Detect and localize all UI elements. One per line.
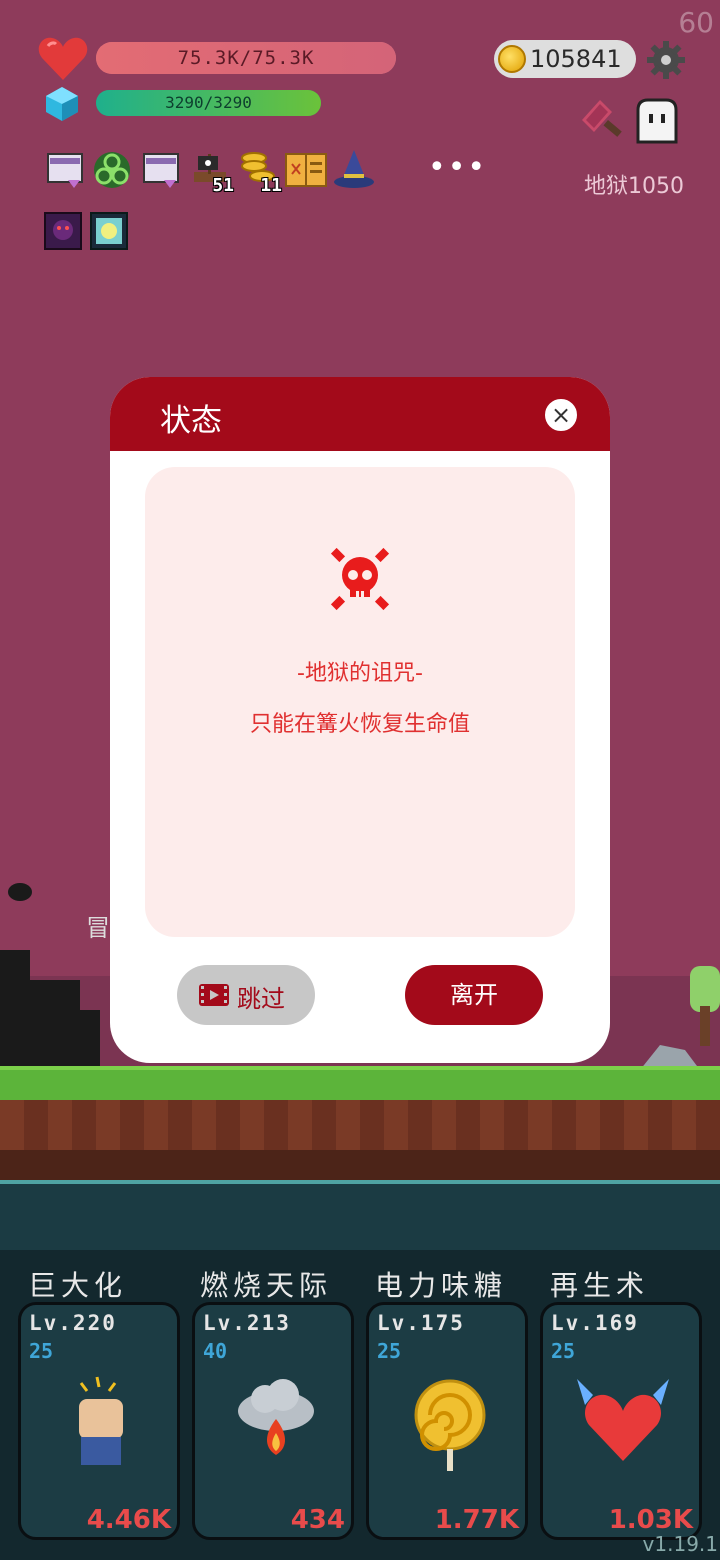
buff-scroll-ribbon-icon[interactable] <box>46 150 86 190</box>
winged-heart-icon <box>577 1379 669 1461</box>
buff-pirate-ship-icon[interactable]: 51 <box>190 150 234 196</box>
coin-icon <box>498 45 526 73</box>
buff-count: 11 <box>260 175 282 196</box>
skill-sub-value: 40 <box>203 1339 228 1363</box>
fire-cloud-icon <box>238 1379 314 1455</box>
skill-card-giant[interactable]: Lv.220 25 4.46K <box>18 1302 180 1540</box>
skill-sub-value: 25 <box>377 1339 402 1363</box>
skill-name-electric-candy: 电力味糖 <box>375 1269 508 1302</box>
health-bar: 75.3K/75.3K <box>96 42 396 74</box>
buff-demon-portrait-icon[interactable] <box>44 212 82 250</box>
skill-name-regeneration: 再生术 <box>550 1269 650 1302</box>
character-name-partial: 冒 <box>86 914 110 942</box>
curse-title: -地狱的诅咒- <box>297 661 423 686</box>
ghost-icon[interactable] <box>632 96 682 146</box>
skill-cost: 434 <box>290 1505 345 1535</box>
video-ad-icon <box>199 984 229 1006</box>
tree-right <box>690 966 720 1046</box>
buff-scroll-ribbon-icon-2[interactable] <box>142 150 182 190</box>
buff-biohazard-icon[interactable] <box>92 150 132 190</box>
more-buffs-icon[interactable]: ••• <box>428 150 487 185</box>
curse-info-panel: -地狱的诅咒- 只能在篝火恢复生命值 <box>145 467 575 937</box>
dialog-header: 状态 × <box>110 377 610 451</box>
lollipop-icon <box>414 1379 486 1471</box>
mana-gem-icon <box>46 87 78 121</box>
skill-sub-value: 25 <box>29 1339 54 1363</box>
coin-counter: 105841 <box>494 40 636 78</box>
dirt-layer-dark <box>0 1150 720 1180</box>
dialog-title: 状态 <box>160 403 222 439</box>
version-label: v1.19.1 <box>642 1532 718 1556</box>
gear-icon[interactable] <box>646 40 686 80</box>
buff-crystal-frame-icon[interactable] <box>90 212 128 250</box>
curse-description: 只能在篝火恢复生命值 <box>249 712 470 737</box>
skill-level: Lv.169 <box>551 1311 639 1335</box>
skill-sub-value: 25 <box>551 1339 576 1363</box>
skill-level: Lv.213 <box>203 1311 291 1335</box>
skill-level: Lv.175 <box>377 1311 465 1335</box>
skip-button[interactable]: 跳过 <box>177 965 315 1025</box>
coin-value: 105841 <box>530 45 622 73</box>
skill-cost: 1.03K <box>608 1505 693 1535</box>
skill-card-regeneration[interactable]: Lv.169 25 1.03K <box>540 1302 702 1540</box>
buff-coin-stack-icon[interactable]: 11 <box>238 150 282 196</box>
status-dialog: 状态 × -地狱的诅咒- 只能在篝火恢复生命值 跳过 离开 <box>110 377 610 1063</box>
fps-counter: 60 <box>678 6 714 39</box>
smoke-puff <box>8 883 32 901</box>
dark-tree-silhouette <box>0 950 100 1070</box>
skill-card-burning-sky[interactable]: Lv.213 40 434 <box>192 1302 354 1540</box>
buff-wizard-hat-icon[interactable] <box>332 148 376 188</box>
leave-button[interactable]: 离开 <box>405 965 543 1025</box>
cleaver-icon[interactable] <box>578 96 630 140</box>
buff-recipe-book-icon[interactable] <box>284 150 328 190</box>
close-button[interactable]: × <box>543 397 579 433</box>
skull-crossbones-icon <box>330 547 390 611</box>
skill-name-giant: 巨大化 <box>28 1269 128 1302</box>
skill-cost: 1.77K <box>434 1505 519 1535</box>
skill-card-electric-candy[interactable]: Lv.175 25 1.77K <box>366 1302 528 1540</box>
water-strip <box>0 1180 720 1250</box>
level-name: 地狱1050 <box>584 174 684 199</box>
mana-bar: 3290/3290 <box>96 90 321 116</box>
skill-level: Lv.220 <box>29 1311 117 1335</box>
health-text: 75.3K/75.3K <box>177 47 315 69</box>
health-heart-icon <box>38 37 88 80</box>
skill-name-burning-sky: 燃烧天际 <box>200 1269 333 1302</box>
mana-text: 3290/3290 <box>165 93 252 112</box>
fist-icon <box>79 1376 123 1465</box>
skill-cost: 4.46K <box>86 1505 171 1535</box>
skip-label: 跳过 <box>237 985 285 1013</box>
buff-count: 51 <box>212 175 234 196</box>
